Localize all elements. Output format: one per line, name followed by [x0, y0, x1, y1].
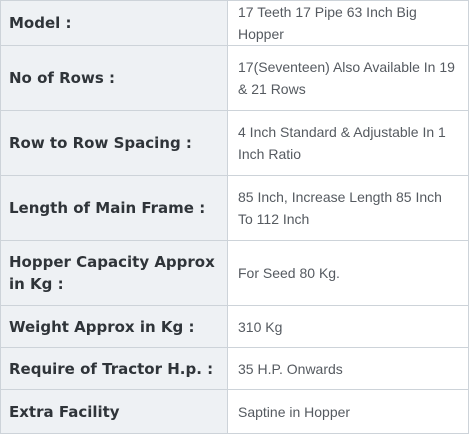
spec-label: Weight Approx in Kg :	[0, 305, 228, 348]
spec-value: For Seed 80 Kg.	[227, 240, 469, 306]
spec-value: 17(Seventeen) Also Available In 19 & 21 …	[227, 45, 469, 111]
spec-value: Saptine in Hopper	[227, 389, 469, 434]
table-row: Weight Approx in Kg : 310 Kg	[0, 305, 469, 348]
table-row: Hopper Capacity Approx in Kg : For Seed …	[0, 240, 469, 306]
table-row: Extra Facility Saptine in Hopper	[0, 389, 469, 434]
table-row: No of Rows : 17(Seventeen) Also Availabl…	[0, 45, 469, 111]
spec-value: 4 Inch Standard & Adjustable In 1 Inch R…	[227, 110, 469, 176]
table-row: Length of Main Frame : 85 Inch, Increase…	[0, 175, 469, 241]
specifications-table: Model : 17 Teeth 17 Pipe 63 Inch Big Hop…	[0, 0, 469, 434]
spec-label: Model :	[0, 0, 228, 46]
spec-label: Length of Main Frame :	[0, 175, 228, 241]
spec-label: Row to Row Spacing :	[0, 110, 228, 176]
spec-label: No of Rows :	[0, 45, 228, 111]
spec-label: Hopper Capacity Approx in Kg :	[0, 240, 228, 306]
spec-value: 85 Inch, Increase Length 85 Inch To 112 …	[227, 175, 469, 241]
table-row: Model : 17 Teeth 17 Pipe 63 Inch Big Hop…	[0, 0, 469, 46]
spec-value: 310 Kg	[227, 305, 469, 348]
spec-label: Require of Tractor H.p. :	[0, 347, 228, 390]
spec-label: Extra Facility	[0, 389, 228, 434]
table-row: Require of Tractor H.p. : 35 H.P. Onward…	[0, 347, 469, 390]
spec-value: 17 Teeth 17 Pipe 63 Inch Big Hopper	[227, 0, 469, 46]
spec-value: 35 H.P. Onwards	[227, 347, 469, 390]
table-row: Row to Row Spacing : 4 Inch Standard & A…	[0, 110, 469, 176]
